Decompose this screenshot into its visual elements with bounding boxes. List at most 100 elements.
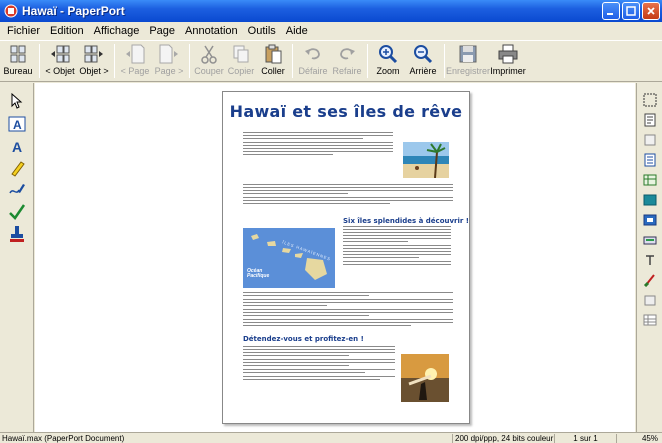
letter-a-icon: A	[12, 139, 22, 154]
prev-object-label: < Objet	[45, 66, 75, 76]
paste-button[interactable]: Coller	[257, 41, 289, 81]
floppy-disk-icon	[459, 45, 477, 63]
redo-icon	[340, 48, 355, 60]
redo-label: Refaire	[332, 66, 362, 76]
word-doc-icon	[644, 153, 656, 167]
text-t-icon	[646, 255, 654, 265]
menu-bar: Fichier Edition Affichage Page Annotatio…	[0, 22, 662, 40]
printer-icon	[498, 44, 518, 64]
islands-paragraph	[343, 226, 451, 267]
document-title: Hawaï et ses îles de rêve	[229, 102, 463, 121]
hawaii-map: ÎLES HAWAÏENNES Océan Pacifique	[243, 228, 335, 288]
minimize-button[interactable]	[602, 2, 620, 20]
excel-tool[interactable]	[641, 171, 659, 189]
relax-paragraph	[243, 346, 395, 382]
text-box-tool[interactable]: A	[7, 114, 27, 134]
menu-affichage[interactable]: Affichage	[89, 25, 145, 37]
paperport-app-icon	[4, 4, 18, 18]
next-page-label: Page >	[154, 66, 184, 76]
map-label-ocean: Océan Pacifique	[247, 268, 270, 279]
note-tool[interactable]	[641, 131, 659, 149]
close-icon	[647, 7, 655, 15]
redo-button[interactable]: Refaire	[330, 41, 364, 81]
maximize-button[interactable]	[622, 2, 640, 20]
bureau-button[interactable]: Bureau	[0, 41, 36, 81]
table-tool[interactable]	[641, 311, 659, 329]
beach-palm-image	[403, 142, 449, 178]
scissors-icon	[201, 45, 217, 64]
scanner-icon	[643, 236, 657, 245]
menu-annotation[interactable]: Annotation	[180, 25, 243, 37]
fax-tool[interactable]	[641, 291, 659, 309]
section-heading-relax: Détendez-vous et profitez-en !	[243, 335, 364, 343]
toolbar-separator	[39, 44, 40, 78]
save-button[interactable]: Enregistrer	[446, 41, 491, 81]
svg-text:A: A	[13, 118, 22, 132]
menu-aide[interactable]: Aide	[281, 25, 313, 37]
toolbar-separator	[444, 44, 445, 78]
crop-tool[interactable]	[641, 91, 659, 109]
back-button[interactable]: Arrière	[405, 41, 441, 81]
text-box-icon: A	[8, 116, 26, 132]
desktop-grid-icon	[10, 45, 26, 63]
undo-button[interactable]: Défaire	[296, 41, 330, 81]
copy-label: Copier	[227, 66, 255, 76]
prev-object-button[interactable]: < Objet	[43, 41, 77, 81]
prev-page-button[interactable]: < Page	[118, 41, 152, 81]
paint-tool[interactable]	[641, 271, 659, 289]
menu-fichier[interactable]: Fichier	[2, 25, 45, 37]
note-icon	[644, 134, 656, 146]
toolbar: Bureau < Objet Objet > < Page Page > Cou…	[0, 40, 662, 82]
next-page-button[interactable]: Page >	[152, 41, 186, 81]
next-object-button[interactable]: Objet >	[77, 41, 111, 81]
select-tool[interactable]	[7, 91, 27, 111]
status-filename: Hawaï.max (PaperPort Document)	[2, 434, 125, 443]
back-label: Arrière	[409, 66, 437, 76]
text-tool[interactable]: A	[7, 136, 27, 156]
toolbar-separator	[292, 44, 293, 78]
next-object-label: Objet >	[79, 66, 109, 76]
link-tool[interactable]	[641, 251, 659, 269]
cut-button[interactable]: Couper	[193, 41, 225, 81]
highlighter-tool[interactable]	[7, 158, 27, 178]
stamp-tool[interactable]	[7, 224, 27, 244]
minimize-icon	[607, 13, 613, 15]
undo-label: Défaire	[298, 66, 328, 76]
image-editor-tool[interactable]	[641, 191, 659, 209]
print-button[interactable]: Imprimer	[488, 41, 528, 81]
status-bar: Hawaï.max (PaperPort Document) 200 dpi/p…	[0, 432, 662, 443]
zoom-button[interactable]: Zoom	[371, 41, 405, 81]
freehand-tool[interactable]	[7, 180, 27, 200]
window-title: Hawaï - PaperPort	[22, 4, 125, 18]
word-tool[interactable]	[641, 151, 659, 169]
scan-tool[interactable]	[641, 231, 659, 249]
menu-page[interactable]: Page	[144, 25, 180, 37]
status-resolution: 200 dpi/ppp, 24 bits couleur	[452, 434, 553, 443]
pointer-arrow-icon	[11, 93, 23, 109]
zoom-in-icon	[379, 45, 398, 64]
table-grid-icon	[643, 314, 657, 326]
copy-button[interactable]: Copier	[225, 41, 257, 81]
document-page: Hawaï et ses îles de rêve Six îles splen…	[222, 91, 470, 424]
text-recognition-tool[interactable]	[641, 111, 659, 129]
clipboard-icon	[265, 44, 282, 64]
bureau-label: Bureau	[3, 66, 33, 76]
prev-page-icon	[126, 44, 145, 64]
dashed-rect-icon	[643, 93, 657, 107]
toolbar-separator	[114, 44, 115, 78]
document-workspace[interactable]: Hawaï et ses îles de rêve Six îles splen…	[35, 83, 635, 432]
save-label: Enregistrer	[446, 66, 491, 76]
checkmark-tool[interactable]	[7, 202, 27, 222]
toolbar-separator	[367, 44, 368, 78]
close-button[interactable]	[642, 2, 660, 20]
section-heading-islands: Six îles splendides à découvrir !	[343, 217, 469, 225]
zoom-out-icon	[414, 45, 433, 64]
copy-icon	[233, 45, 249, 63]
menu-edition[interactable]: Edition	[45, 25, 89, 37]
brush-icon	[643, 274, 655, 287]
print-label: Imprimer	[490, 66, 526, 76]
cut-label: Couper	[194, 66, 224, 76]
prev-object-icon	[51, 45, 70, 63]
ocr-tool[interactable]	[641, 211, 659, 229]
menu-outils[interactable]: Outils	[243, 25, 281, 37]
